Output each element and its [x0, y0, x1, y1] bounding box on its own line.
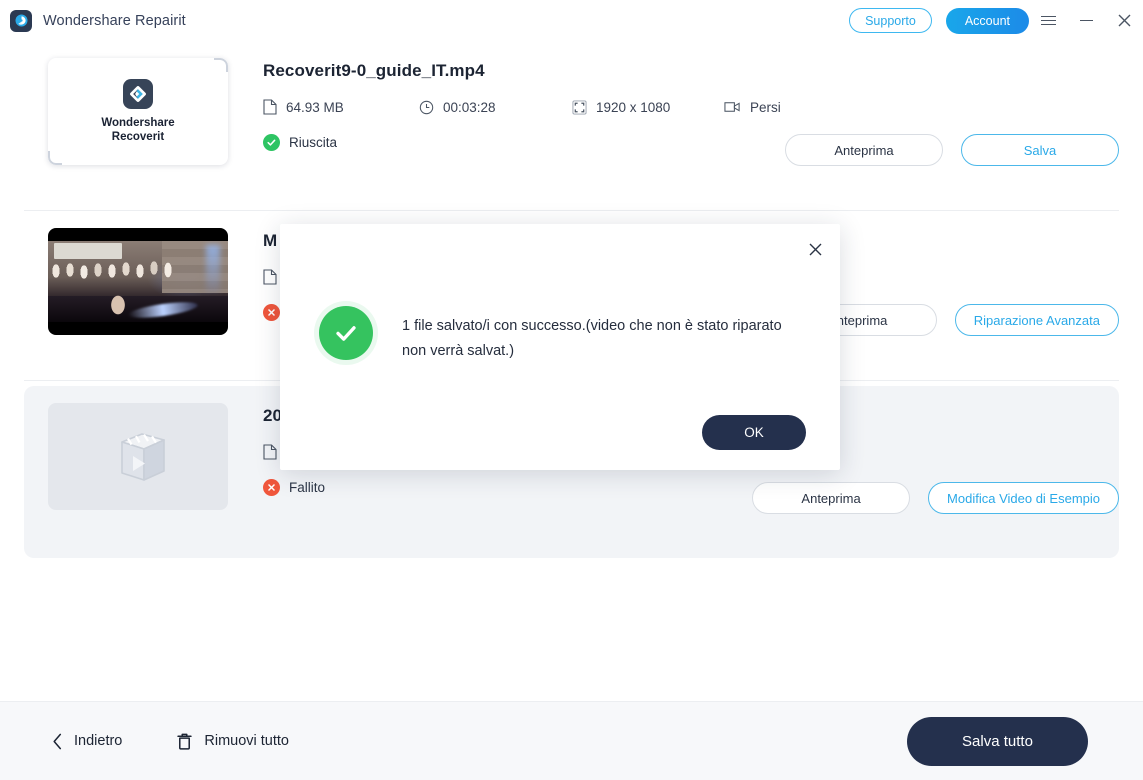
- check-circle-icon: [319, 306, 373, 360]
- save-button[interactable]: Salva: [961, 134, 1119, 166]
- file-row[interactable]: Wondershare Recoverit Recoverit9-0_guide…: [24, 41, 1119, 211]
- file-thumbnail[interactable]: [48, 403, 228, 510]
- file-name: Recoverit9-0_guide_IT.mp4: [263, 61, 485, 80]
- video-camera-icon: [724, 100, 741, 114]
- file-resolution-value: 1920 x 1080: [596, 99, 671, 115]
- save-all-button[interactable]: Salva tutto: [907, 716, 1088, 766]
- account-button[interactable]: Account: [945, 7, 1029, 34]
- check-circle-icon: [263, 134, 280, 151]
- file-icon: [263, 269, 277, 285]
- file-status-label: Fallito: [289, 480, 326, 495]
- frame-screen: [54, 243, 122, 259]
- app-window: Wondershare Repairit Supporto Account Wo…: [0, 0, 1143, 780]
- clock-icon: [419, 100, 434, 115]
- back-button-label: Indietro: [74, 733, 123, 749]
- edit-sample-video-button[interactable]: Modifica Video di Esempio: [928, 482, 1119, 514]
- file-thumbnail[interactable]: [48, 228, 228, 335]
- file-source: Persi: [724, 100, 781, 115]
- remove-all-button[interactable]: Rimuovi tutto: [176, 732, 289, 751]
- error-circle-icon: [263, 479, 280, 496]
- file-actions: Anteprima Salva: [785, 134, 1119, 166]
- resize-icon: [572, 99, 587, 115]
- title-bar-actions: Supporto Account: [849, 0, 1143, 41]
- file-duration-value: 00:03:28: [443, 99, 496, 115]
- remove-all-button-label: Rimuovi tutto: [204, 733, 289, 749]
- file-icon: [263, 99, 277, 115]
- file-thumbnail[interactable]: Wondershare Recoverit: [48, 58, 228, 165]
- minimize-icon[interactable]: [1067, 0, 1105, 41]
- file-actions: Anteprima Modifica Video di Esempio: [752, 482, 1119, 514]
- dialog-message: 1 file salvato/i con successo.(video che…: [402, 318, 782, 359]
- footer-bar: Indietro Rimuovi tutto Salva tutto: [0, 701, 1143, 780]
- trash-icon: [176, 732, 193, 751]
- title-bar: Wondershare Repairit Supporto Account: [0, 0, 1143, 41]
- preview-button[interactable]: Anteprima: [752, 482, 911, 514]
- dialog-ok-button[interactable]: OK: [702, 415, 806, 450]
- thumbnail-caption-line2: Recoverit: [111, 131, 165, 143]
- file-icon: [263, 444, 277, 460]
- clapperboard-icon: [121, 432, 165, 481]
- video-frame-preview: [48, 241, 228, 322]
- file-size: 64.93 MB: [263, 99, 419, 115]
- preview-button[interactable]: Anteprima: [785, 134, 943, 166]
- corner-marker: [214, 58, 228, 72]
- frame-person: [106, 290, 130, 320]
- file-source-value: Persi: [750, 99, 781, 115]
- corner-marker: [48, 151, 62, 165]
- dialog-body: 1 file salvato/i con successo.(video che…: [319, 306, 806, 364]
- recoverit-logo-icon: [123, 79, 153, 109]
- close-icon[interactable]: [1105, 0, 1143, 41]
- app-title: Wondershare Repairit: [43, 12, 186, 29]
- file-resolution: 1920 x 1080: [572, 100, 724, 115]
- dialog-close-icon[interactable]: [801, 235, 829, 263]
- back-button[interactable]: Indietro: [52, 733, 122, 750]
- error-circle-icon: [263, 304, 280, 321]
- hamburger-menu-icon[interactable]: [1029, 0, 1067, 41]
- thumbnail-caption: Wondershare Recoverit: [101, 116, 174, 144]
- file-size-value: 64.93 MB: [286, 99, 344, 115]
- frame-glow: [206, 245, 220, 293]
- advanced-repair-button[interactable]: Riparazione Avanzata: [954, 304, 1119, 336]
- file-metadata: 64.93 MB 00:03:28 1920 x 1080 Persi: [263, 99, 1119, 115]
- wondershare-logo-icon: [10, 9, 32, 32]
- file-status-label: Riuscita: [289, 135, 338, 150]
- chevron-left-icon: [52, 733, 63, 750]
- thumbnail-caption-line1: Wondershare: [101, 117, 175, 129]
- support-button[interactable]: Supporto: [849, 8, 932, 33]
- file-duration: 00:03:28: [419, 100, 572, 115]
- success-dialog: 1 file salvato/i con successo.(video che…: [280, 224, 840, 470]
